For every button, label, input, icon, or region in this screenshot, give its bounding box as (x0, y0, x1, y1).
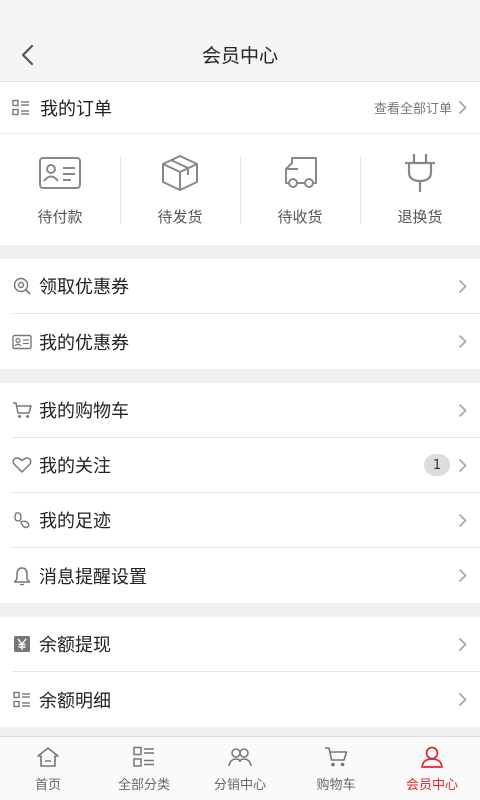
section-gap (0, 603, 480, 617)
tab-home[interactable]: 首页 (0, 737, 96, 800)
list-icon (12, 98, 32, 118)
follow-count-badge: 1 (424, 454, 450, 476)
my-orders-label: 我的订单 (40, 98, 112, 120)
balance-section: 余额提现 余额明细 (0, 617, 480, 727)
my-footprint-row[interactable]: 我的足迹 (12, 493, 480, 548)
row-label: 余额提现 (39, 635, 111, 656)
status-bar (0, 0, 480, 28)
yen-icon (12, 634, 32, 654)
row-label: 余额明细 (39, 690, 111, 712)
wallet-card-icon (37, 152, 83, 194)
nav-bar: 会员中心 (0, 28, 480, 82)
heart-icon (12, 455, 32, 475)
status-returns[interactable]: 退换货 (360, 134, 480, 245)
row-label: 我的关注 (39, 456, 111, 477)
chevron-left-icon (21, 44, 34, 66)
tab-label: 分销中心 (213, 778, 266, 793)
package-box-icon (157, 152, 203, 194)
withdraw-balance-row[interactable]: 余额提现 (12, 617, 480, 672)
tab-member-center[interactable]: 会员中心 (384, 737, 480, 800)
tab-cart[interactable]: 购物车 (288, 737, 384, 800)
chevron-right-icon (458, 278, 468, 294)
get-coupons-row[interactable]: 领取优惠券 (12, 259, 480, 314)
category-list-icon (131, 744, 157, 770)
order-status-bar: 待付款 待发货 待收货 退换货 (0, 134, 480, 245)
list-icon (12, 690, 32, 710)
chevron-right-icon (458, 512, 468, 528)
home-icon (35, 744, 61, 770)
my-coupons-row[interactable]: 我的优惠券 (12, 314, 480, 369)
bottom-tab-bar: 首页 全部分类 分销中心 购物车 会员中心 (0, 736, 480, 800)
page-title: 会员中心 (201, 45, 278, 67)
section-gap (0, 245, 480, 259)
plug-icon (397, 152, 443, 194)
user-icon (419, 744, 445, 770)
status-label: 待发货 (157, 208, 203, 226)
status-pending-payment[interactable]: 待付款 (0, 134, 120, 245)
distribution-users-icon (227, 744, 253, 770)
row-label: 我的优惠券 (39, 332, 129, 354)
chevron-right-icon (458, 692, 468, 708)
row-label: 领取优惠券 (39, 277, 129, 298)
notification-settings-row[interactable]: 消息提醒设置 (12, 548, 480, 603)
status-label: 退换货 (397, 208, 443, 226)
status-pending-receipt[interactable]: 待收货 (240, 134, 360, 245)
cart-icon (323, 744, 349, 770)
my-follows-row[interactable]: 我的关注 1 (12, 438, 480, 493)
coupon-search-icon (12, 276, 32, 296)
tab-label: 全部分类 (117, 778, 170, 793)
tab-label: 首页 (34, 778, 61, 793)
row-label: 消息提醒设置 (39, 566, 147, 588)
chevron-right-icon (458, 636, 468, 652)
delivery-truck-icon (277, 152, 323, 194)
view-all-orders-link[interactable]: 查看全部订单 (374, 98, 452, 117)
section-gap (0, 369, 480, 383)
row-label: 我的购物车 (39, 401, 129, 422)
my-cart-row[interactable]: 我的购物车 (12, 383, 480, 438)
orders-section: 我的订单 查看全部订单 待付款 待发货 待收货 退换货 (0, 82, 480, 245)
chevron-right-icon (458, 334, 468, 350)
footprint-icon (12, 510, 32, 530)
tab-all-categories[interactable]: 全部分类 (96, 737, 192, 800)
row-label: 我的足迹 (39, 511, 111, 532)
bell-icon (12, 566, 32, 586)
tab-label: 会员中心 (405, 778, 458, 793)
coupon-card-icon (12, 332, 32, 352)
chevron-right-icon (458, 457, 468, 473)
status-label: 待收货 (277, 208, 323, 226)
status-label: 待付款 (37, 208, 83, 226)
back-button[interactable] (14, 42, 40, 68)
cart-icon (12, 400, 32, 420)
chevron-right-icon (458, 100, 468, 116)
my-orders-row[interactable]: 我的订单 查看全部订单 (0, 82, 480, 134)
chevron-right-icon (458, 568, 468, 584)
shopping-section: 我的购物车 我的关注 1 我的足迹 消息提醒设置 (0, 383, 480, 603)
balance-details-row[interactable]: 余额明细 (12, 672, 480, 727)
tab-distribution-center[interactable]: 分销中心 (192, 737, 288, 800)
status-pending-shipment[interactable]: 待发货 (120, 134, 240, 245)
chevron-right-icon (458, 402, 468, 418)
tab-label: 购物车 (316, 778, 356, 793)
coupons-section: 领取优惠券 我的优惠券 (0, 259, 480, 369)
